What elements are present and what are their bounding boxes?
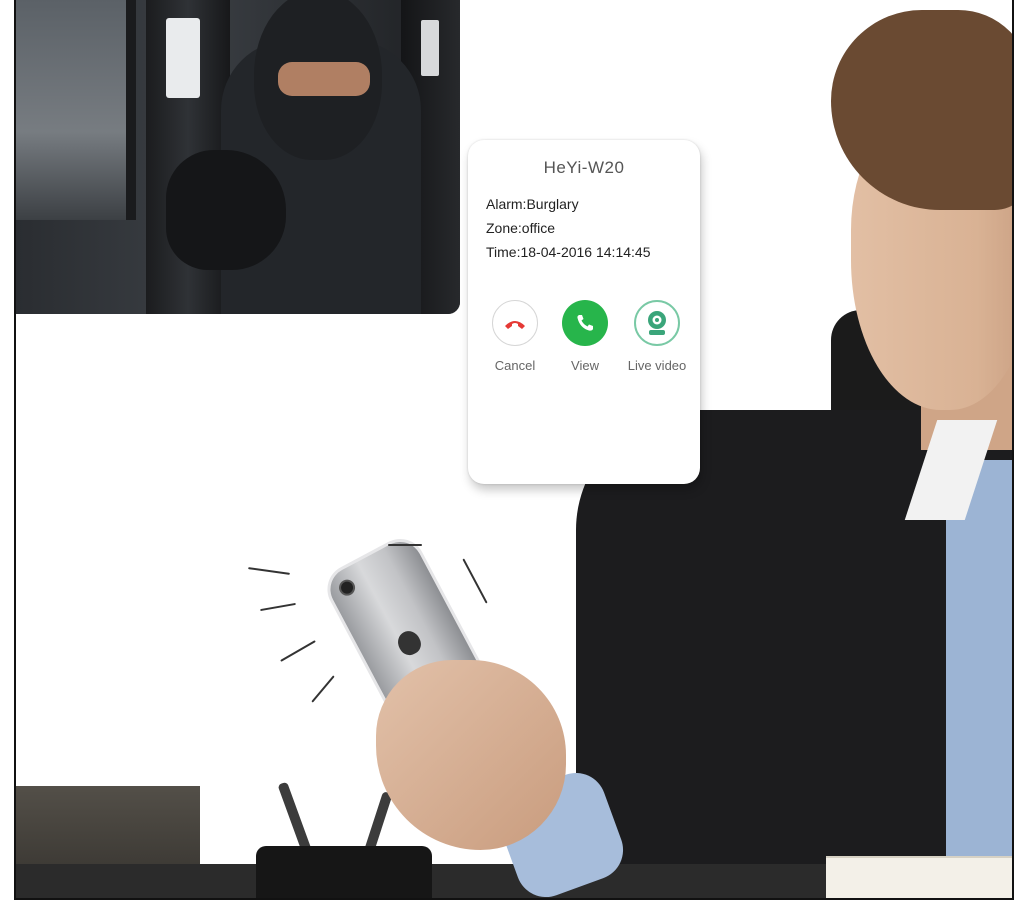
camera-snapshot	[16, 0, 460, 314]
view-label: View	[571, 358, 599, 373]
promo-image: HeYi-W20 Alarm:Burglary Zone:office Time…	[14, 0, 1014, 900]
vibration-line	[280, 640, 316, 662]
desk-tray	[16, 786, 200, 868]
alarm-notification: HeYi-W20 Alarm:Burglary Zone:office Time…	[468, 140, 700, 484]
camera-icon	[634, 300, 680, 346]
burglar-eyes	[278, 62, 370, 96]
vibration-line	[260, 602, 296, 612]
vibration-line	[248, 567, 290, 575]
view-button[interactable]: View	[550, 300, 620, 373]
device-name: HeYi-W20	[543, 158, 625, 177]
hangup-icon	[492, 300, 538, 346]
alarm-time: Time:18-04-2016 14:14:45	[486, 244, 651, 260]
vibration-line	[311, 675, 335, 703]
apple-logo-icon	[393, 627, 425, 659]
live-video-button[interactable]: Live video	[622, 300, 692, 373]
cancel-button[interactable]: Cancel	[480, 300, 550, 373]
man-hand	[376, 660, 566, 850]
notification-actions: Cancel View Live video	[480, 300, 692, 380]
cancel-label: Cancel	[494, 358, 536, 373]
vibration-line	[462, 558, 488, 604]
burglar-glove	[166, 150, 286, 270]
door-handle	[166, 18, 200, 98]
vibration-line	[388, 544, 422, 546]
alarm-zone: Zone:office	[486, 220, 556, 236]
live-video-label: Live video	[627, 358, 687, 373]
man-shirt	[946, 460, 1012, 898]
pen-cup	[256, 846, 432, 898]
phone-camera	[338, 579, 356, 596]
window-pane	[16, 0, 136, 220]
alarm-type: Alarm:Burglary	[486, 196, 579, 212]
paper-stack	[826, 856, 1012, 898]
phone-icon	[562, 300, 608, 346]
